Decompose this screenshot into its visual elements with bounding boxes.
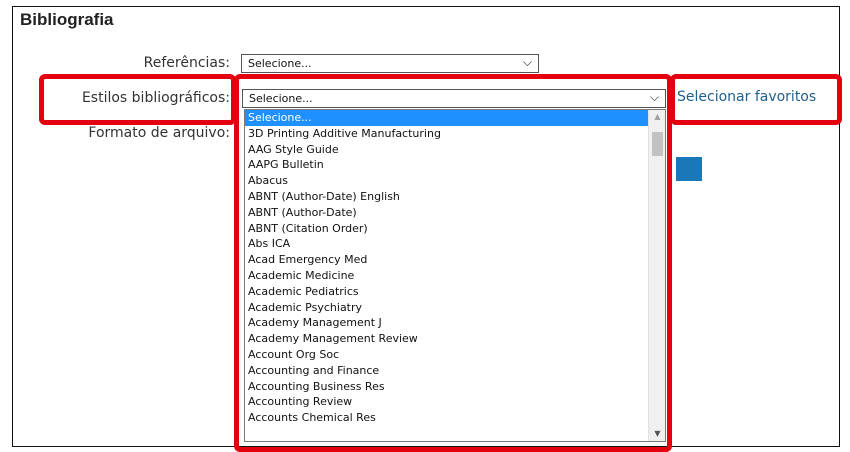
referencias-select[interactable]: Selecione... ⌵ (241, 54, 539, 73)
referencias-select-value: Selecione... (248, 57, 312, 70)
highlight-favorites-link (670, 74, 842, 125)
referencias-label: Referências: (143, 55, 230, 71)
formato-label: Formato de arquivo: (88, 125, 230, 141)
highlight-estilos-label (39, 74, 236, 125)
highlight-estilos-dropdown (234, 74, 672, 452)
section-title: Bibliografia (20, 10, 114, 29)
action-button[interactable] (676, 157, 702, 181)
chevron-down-icon: ⌵ (522, 55, 532, 69)
